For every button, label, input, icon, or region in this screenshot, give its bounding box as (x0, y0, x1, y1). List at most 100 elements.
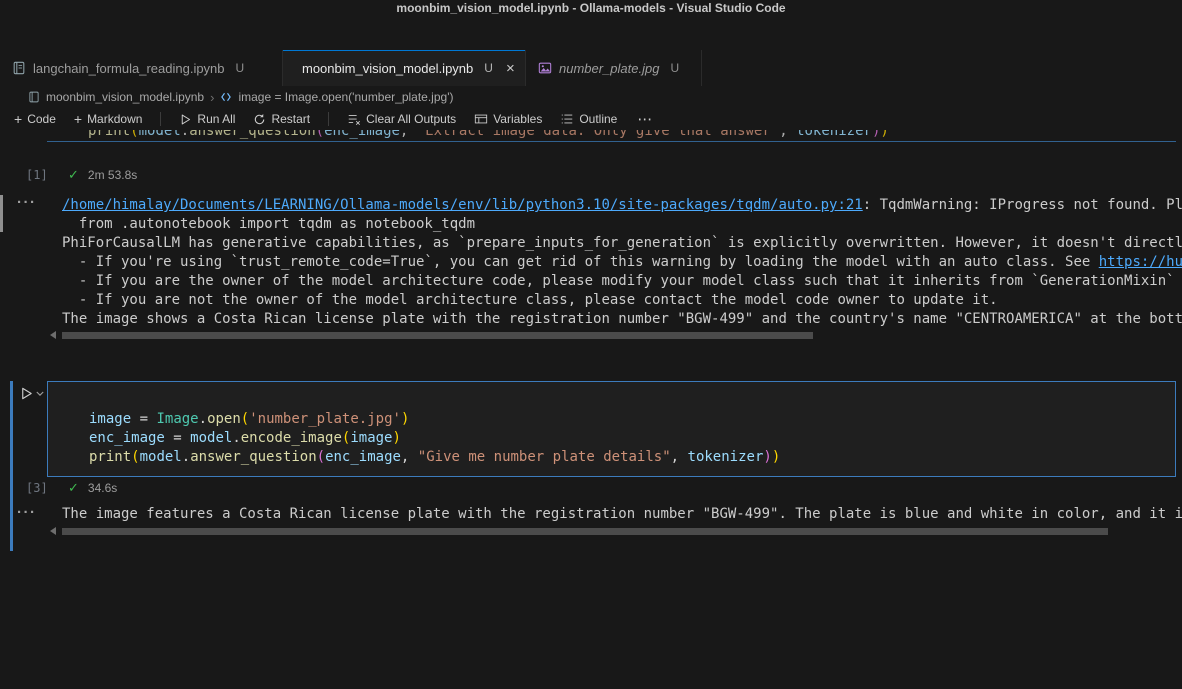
code-token: ( (131, 449, 139, 465)
breadcrumb-file[interactable]: moonbim_vision_model.ipynb (46, 90, 204, 104)
cell2-code-editor[interactable]: image = Image.open('number_plate.jpg')en… (47, 381, 1176, 477)
tab-number-plate-jpg[interactable]: number_plate.jpg U (526, 50, 702, 86)
left-edge-indicator[interactable] (0, 195, 3, 232)
git-untracked-badge: U (236, 61, 245, 75)
code-token: ( (316, 130, 324, 139)
cell2-exec-status: [3] ✓ 34.6s (26, 480, 117, 496)
output-line: PhiForCausalLM has generative capabiliti… (62, 234, 1182, 253)
cell1-output: /home/himalay/Documents/LEARNING/Ollama-… (62, 196, 1182, 330)
horizontal-scrollbar[interactable] (62, 528, 1108, 535)
run-all-icon (179, 113, 192, 126)
add-markdown-cell-button[interactable]: + Markdown (74, 112, 143, 126)
output-text: - If you're using `trust_remote_code=Tru… (62, 254, 1099, 270)
cell1-bottom-border (47, 141, 1176, 142)
output-line: - If you are not the owner of the model … (62, 291, 1182, 310)
plus-icon: + (74, 112, 82, 126)
code-token: Image (156, 411, 198, 427)
code-token: ( (241, 411, 249, 427)
code-line[interactable]: print(model.answer_question(enc_image, "… (89, 448, 780, 467)
code-token: model (139, 130, 181, 139)
clear-all-outputs-button[interactable]: Clear All Outputs (347, 112, 456, 126)
code-token: enc_image (325, 449, 401, 465)
code-line[interactable]: image = Image.open('number_plate.jpg') (89, 410, 780, 429)
code-token: answer_question (190, 449, 316, 465)
notebook-file-icon (12, 61, 26, 75)
code-token (131, 411, 139, 427)
run-all-label: Run All (197, 112, 235, 126)
clear-all-outputs-icon (347, 112, 361, 126)
execution-time: 2m 53.8s (88, 168, 137, 182)
code-token: encode_image (241, 430, 342, 446)
tab-label: number_plate.jpg (559, 61, 659, 76)
output-text: - If you are not the owner of the model … (62, 292, 998, 308)
outline-button[interactable]: Outline (560, 112, 617, 126)
code-token: . (199, 411, 207, 427)
output-link[interactable]: https://hu (1099, 254, 1182, 270)
output-line: - If you're using `trust_remote_code=Tru… (62, 253, 1182, 272)
success-check-icon: ✓ (68, 167, 79, 183)
output-link[interactable]: /home/himalay/Documents/LEARNING/Ollama-… (62, 197, 863, 213)
code-line[interactable]: enc_image = model.encode_image(image) (89, 429, 780, 448)
output-text: : TqdmWarning: IProgress not found. Pl (863, 197, 1182, 213)
code-token: ) (393, 430, 401, 446)
horizontal-scrollbar[interactable] (62, 332, 813, 339)
active-cell-indicator-bar (10, 381, 13, 551)
tab-langchain-formula-reading[interactable]: langchain_formula_reading.ipynb U (0, 50, 283, 86)
git-untracked-badge: U (670, 61, 679, 75)
code-token: print (89, 449, 131, 465)
tab-moonbim-vision-model[interactable]: moonbim_vision_model.ipynb U × (283, 50, 526, 86)
code-token: image (350, 430, 392, 446)
output-more-actions-icon[interactable]: ··· (17, 508, 37, 518)
add-code-cell-button[interactable]: + Code (14, 112, 56, 126)
plus-icon: + (14, 112, 22, 126)
notebook-file-icon (28, 91, 40, 103)
cell2-code: image = Image.open('number_plate.jpg')en… (89, 391, 780, 467)
code-token: enc_image (89, 430, 165, 446)
restart-button[interactable]: Restart (253, 112, 310, 126)
code-token: ) (763, 449, 771, 465)
output-text: - If you are the owner of the model arch… (62, 273, 1175, 289)
close-icon[interactable]: × (506, 61, 515, 76)
output-text: The image shows a Costa Rican license pl… (62, 311, 1182, 327)
outline-label: Outline (579, 112, 617, 126)
breadcrumb-cell[interactable]: image = Image.open('number_plate.jpg') (238, 90, 453, 104)
success-check-icon: ✓ (68, 480, 79, 496)
code-token: enc_image (324, 130, 400, 139)
code-token: ( (130, 130, 138, 139)
output-more-actions-icon[interactable]: ··· (17, 198, 37, 208)
output-line: /home/himalay/Documents/LEARNING/Ollama-… (62, 196, 1182, 215)
code-token: , (779, 130, 796, 139)
code-token: "Extract image data. Only give that answ… (417, 130, 779, 139)
cell1-exec-status: [1] ✓ 2m 53.8s (26, 167, 137, 183)
cell2-output: The image features a Costa Rican license… (62, 505, 1182, 524)
output-line: The image shows a Costa Rican license pl… (62, 310, 1182, 329)
scroll-left-arrow-icon[interactable] (50, 527, 56, 535)
variables-label: Variables (493, 112, 542, 126)
outline-icon (560, 112, 574, 126)
cell1-code-clipped[interactable]: print(model.answer_question(enc_image, "… (88, 130, 928, 141)
toolbar-divider (160, 112, 161, 126)
code-token: tokenizer (796, 130, 872, 139)
code-token: answer_question (189, 130, 315, 139)
code-token: tokenizer (688, 449, 764, 465)
variables-icon (474, 112, 488, 126)
code-token: "Give me number plate details" (418, 449, 671, 465)
scroll-left-arrow-icon[interactable] (50, 331, 56, 339)
code-token: ( (317, 449, 325, 465)
add-markdown-label: Markdown (87, 112, 142, 126)
breadcrumb: moonbim_vision_model.ipynb › image = Ima… (0, 86, 1182, 108)
more-actions-icon[interactable]: ⋯ (637, 110, 653, 128)
variables-button[interactable]: Variables (474, 112, 542, 126)
code-token: open (207, 411, 241, 427)
output-text: PhiForCausalLM has generative capabiliti… (62, 235, 1182, 251)
run-all-button[interactable]: Run All (179, 112, 235, 126)
code-token: 'number_plate.jpg' (249, 411, 401, 427)
output-line: from .autonotebook import tqdm as notebo… (62, 215, 1182, 234)
chevron-down-icon[interactable] (36, 391, 44, 397)
title-bar: moonbim_vision_model.ipynb - Ollama-mode… (0, 0, 1182, 16)
run-cell-icon (19, 386, 34, 401)
code-token: model (190, 430, 232, 446)
code-line[interactable] (89, 391, 780, 410)
run-cell-button[interactable] (19, 386, 44, 401)
execution-count: [1] (26, 168, 68, 182)
